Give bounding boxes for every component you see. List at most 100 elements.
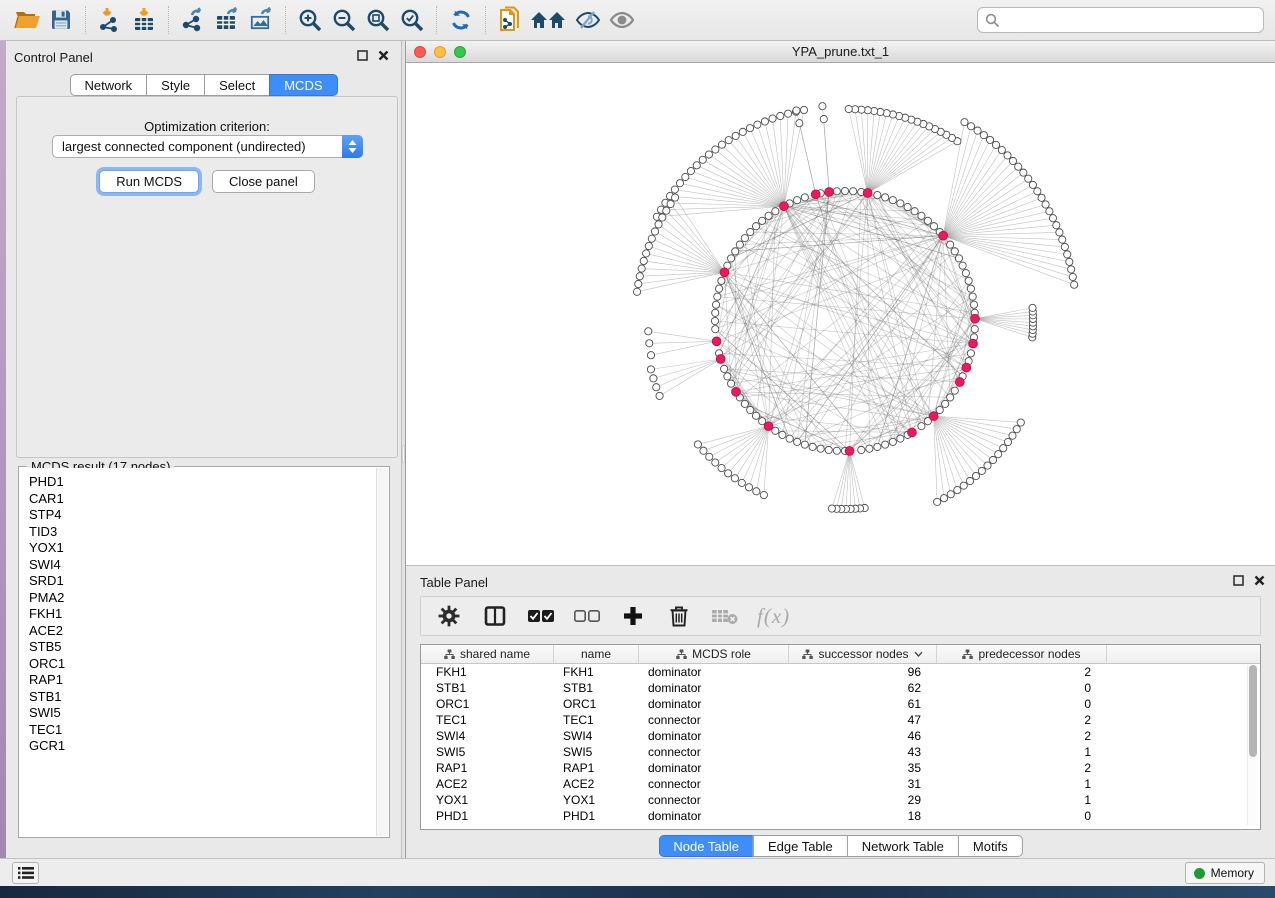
network-node[interactable]	[635, 280, 642, 287]
zoom-out-icon[interactable]	[327, 4, 361, 36]
network-node[interactable]	[653, 384, 660, 391]
network-node[interactable]	[930, 223, 937, 230]
add-column-icon[interactable]	[619, 602, 647, 630]
network-node[interactable]	[794, 438, 801, 445]
network-node[interactable]	[1004, 438, 1011, 445]
network-node[interactable]	[650, 375, 657, 382]
maximize-window-icon[interactable]	[454, 46, 466, 58]
network-node[interactable]	[897, 435, 904, 442]
network-node[interactable]	[874, 443, 881, 450]
network-node[interactable]	[712, 301, 719, 308]
zoom-selected-icon[interactable]	[395, 4, 429, 36]
network-node[interactable]	[777, 112, 784, 119]
network-node[interactable]	[841, 187, 848, 194]
refresh-icon[interactable]	[444, 4, 478, 36]
network-node[interactable]	[1046, 208, 1053, 215]
network-node[interactable]	[643, 250, 650, 257]
network-node[interactable]	[753, 488, 760, 495]
network-window-titlebar[interactable]: YPA_prune.txt_1	[406, 41, 1275, 63]
network-node[interactable]	[951, 387, 958, 394]
mcds-hub-node[interactable]	[908, 428, 917, 437]
network-node[interactable]	[1061, 243, 1068, 250]
network-node[interactable]	[759, 217, 766, 224]
network-node[interactable]	[1017, 419, 1024, 426]
close-table-panel-icon[interactable]	[1254, 575, 1265, 586]
network-node[interactable]	[741, 400, 748, 407]
network-node[interactable]	[671, 186, 678, 193]
table-row[interactable]: STB1STB1dominator620	[421, 680, 1260, 696]
column-header-name[interactable]: name	[554, 645, 639, 663]
network-node[interactable]	[961, 119, 968, 126]
network-node[interactable]	[947, 241, 954, 248]
network-node[interactable]	[1020, 169, 1027, 176]
zoom-in-icon[interactable]	[293, 4, 327, 36]
network-node[interactable]	[640, 257, 647, 264]
network-node[interactable]	[967, 285, 974, 292]
network-node[interactable]	[858, 446, 865, 453]
network-node[interactable]	[992, 141, 999, 148]
mcds-hub-node[interactable]	[716, 355, 725, 364]
task-history-button[interactable]	[12, 862, 39, 884]
network-node[interactable]	[738, 479, 745, 486]
network-node[interactable]	[739, 128, 746, 135]
network-node[interactable]	[918, 212, 925, 219]
network-node[interactable]	[998, 146, 1005, 153]
network-node[interactable]	[1009, 432, 1016, 439]
mcds-result-item[interactable]: RAP1	[29, 672, 376, 689]
network-node[interactable]	[772, 208, 779, 215]
mcds-hub-node[interactable]	[712, 337, 721, 346]
mcds-result-item[interactable]: YOX1	[29, 540, 376, 557]
column-header-MCDS-role[interactable]: MCDS role	[639, 645, 789, 663]
network-node[interactable]	[705, 151, 712, 158]
network-node[interactable]	[648, 235, 655, 242]
tab-node-table[interactable]: Node Table	[658, 835, 753, 857]
network-node[interactable]	[712, 326, 719, 333]
search-input[interactable]	[1000, 13, 1263, 28]
network-node[interactable]	[760, 491, 767, 498]
table-row[interactable]: YOX1YOX1connector291	[421, 792, 1260, 808]
mcds-hub-node[interactable]	[929, 412, 938, 421]
network-node[interactable]	[1069, 273, 1076, 280]
network-node[interactable]	[1013, 426, 1020, 433]
network-node[interactable]	[942, 400, 949, 407]
table-row[interactable]: SWI5SWI5connector431	[421, 744, 1260, 760]
network-node[interactable]	[850, 188, 857, 195]
mcds-result-item[interactable]: STB1	[29, 689, 376, 706]
mcds-result-item[interactable]: PMA2	[29, 590, 376, 607]
mcds-hub-node[interactable]	[845, 447, 854, 456]
network-node[interactable]	[947, 394, 954, 401]
network-node[interactable]	[712, 459, 719, 466]
network-node[interactable]	[934, 498, 941, 505]
network-node[interactable]	[659, 214, 666, 221]
mcds-result-scrollbar[interactable]	[376, 468, 388, 836]
mcds-result-list[interactable]: PHD1CAR1STP4TID3YOX1SWI4SRD1PMA2FKH1ACE2…	[20, 468, 376, 836]
mcds-hub-node[interactable]	[971, 314, 980, 323]
network-node[interactable]	[971, 326, 978, 333]
network-node[interactable]	[727, 380, 734, 387]
first-neighbors-icon[interactable]	[527, 4, 571, 36]
network-node[interactable]	[967, 350, 974, 357]
network-node[interactable]	[636, 273, 643, 280]
network-node[interactable]	[647, 352, 654, 359]
network-node[interactable]	[765, 212, 772, 219]
network-node[interactable]	[809, 443, 816, 450]
network-node[interactable]	[656, 392, 663, 399]
mcds-result-item[interactable]: SRD1	[29, 573, 376, 590]
network-node[interactable]	[796, 120, 803, 127]
mcds-hub-node[interactable]	[962, 363, 971, 372]
save-session-icon[interactable]	[44, 4, 78, 36]
network-node[interactable]	[970, 301, 977, 308]
mcds-result-item[interactable]: TEC1	[29, 722, 376, 739]
network-node[interactable]	[911, 208, 918, 215]
mcds-result-item[interactable]: CAR1	[29, 491, 376, 508]
table-row[interactable]: ACE2ACE2connector311	[421, 776, 1260, 792]
network-node[interactable]	[706, 453, 713, 460]
network-node[interactable]	[800, 106, 807, 113]
network-node[interactable]	[801, 441, 808, 448]
network-node[interactable]	[951, 248, 958, 255]
select-all-icon[interactable]	[527, 602, 555, 630]
network-node[interactable]	[1000, 445, 1007, 452]
mcds-hub-node[interactable]	[939, 231, 948, 240]
network-node[interactable]	[889, 438, 896, 445]
network-canvas[interactable]	[406, 63, 1275, 564]
